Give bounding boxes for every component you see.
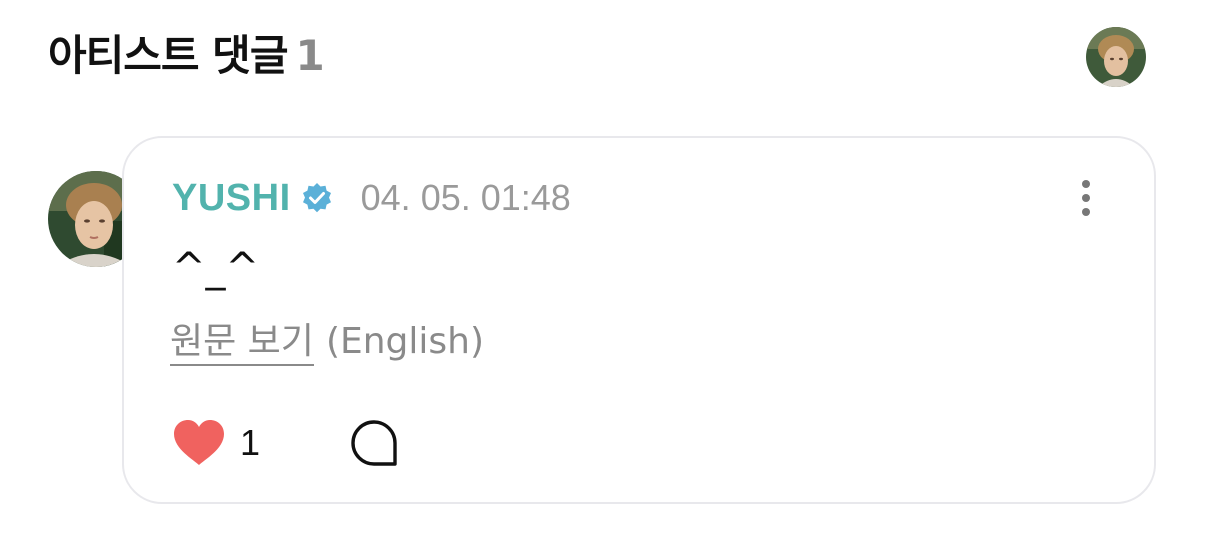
section-title-label: 아티스트 댓글 <box>48 31 288 80</box>
original-language-label: (English) <box>325 321 485 362</box>
comment-count: 1 <box>295 31 324 80</box>
speech-bubble-icon <box>351 420 397 466</box>
comment-header: YUSHI 04. 05. 01:48 <box>172 177 571 219</box>
more-dot <box>1082 194 1090 202</box>
more-options-button[interactable] <box>1074 176 1098 220</box>
comment-actions: 1 <box>172 418 398 468</box>
comment-card: YUSHI 04. 05. 01:48 ^_^ 원문 보기 (English) <box>122 136 1156 504</box>
reply-button[interactable] <box>350 419 398 467</box>
author-name[interactable]: YUSHI <box>172 178 291 218</box>
heart-icon <box>172 419 226 467</box>
comment-timestamp: 04. 05. 01:48 <box>360 177 571 218</box>
artist-comments-page: 아티스트 댓글 1 YUSHI 04. 05. 01:48 ^_^ 원문 보기 … <box>0 0 1206 538</box>
verified-badge-icon <box>301 182 333 214</box>
view-original-link[interactable]: 원문 보기 <box>170 321 314 366</box>
more-vertical-icon <box>1082 180 1090 188</box>
more-dot <box>1082 208 1090 216</box>
section-title: 아티스트 댓글 1 <box>48 30 325 82</box>
comment-text: ^_^ <box>172 245 260 291</box>
translation-row: 원문 보기 (English) <box>170 320 485 366</box>
header-avatar-image <box>1086 27 1146 87</box>
like-count: 1 <box>240 422 261 463</box>
header-avatar[interactable] <box>1086 27 1146 87</box>
like-button[interactable]: 1 <box>172 419 260 467</box>
